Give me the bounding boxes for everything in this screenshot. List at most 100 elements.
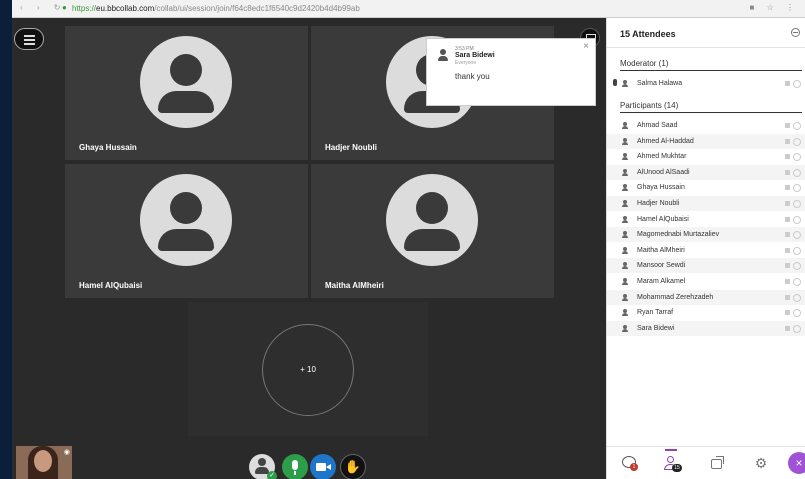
attendee-options-icon[interactable]	[793, 122, 801, 130]
self-video-preview[interactable]: ◉	[16, 446, 72, 479]
attendee-name: AlUnood AlSaadi	[637, 168, 690, 176]
attendee-options-icon[interactable]	[793, 168, 801, 177]
mic-status-icon[interactable]	[785, 123, 790, 128]
person-icon	[622, 278, 628, 285]
close-panel-icon[interactable]: ×	[788, 452, 805, 474]
tab-chat[interactable]: 1	[609, 447, 649, 479]
mic-status-icon[interactable]	[785, 201, 790, 206]
attendee-options-icon[interactable]	[793, 278, 801, 286]
my-status-button[interactable]: ✓	[249, 454, 277, 479]
attendee-options-icon[interactable]	[793, 246, 801, 255]
person-icon	[622, 293, 628, 301]
mic-status-icon[interactable]	[785, 232, 790, 238]
attendee-options-icon[interactable]	[793, 309, 801, 318]
chat-notification[interactable]: 3:53 PM Sara Bidewi Everyone thank you ×	[426, 38, 596, 106]
mic-status-icon[interactable]	[785, 325, 790, 331]
attendee-options-icon[interactable]	[793, 293, 801, 302]
collapse-icon[interactable]	[791, 28, 800, 37]
mic-status-icon[interactable]	[785, 216, 790, 222]
mic-status-icon[interactable]	[785, 185, 790, 191]
attendee-options-icon[interactable]	[793, 324, 801, 333]
browser-nav-icons[interactable]: ‹ › ↻	[20, 3, 66, 12]
person-icon	[622, 200, 628, 207]
mic-status-icon[interactable]	[785, 81, 790, 86]
attendee-name: Maram Alkamel	[637, 278, 686, 285]
attendee-row[interactable]: Ryan Tarraf	[607, 305, 805, 320]
more-participants-tile[interactable]: + 10	[188, 302, 428, 436]
attendee-name: Mohammad Zerehzadeh	[637, 293, 714, 301]
attendee-row[interactable]: Ghaya Hussain	[607, 180, 805, 195]
person-icon	[622, 122, 628, 129]
attendee-row[interactable]: Hadjer Noubli	[607, 196, 805, 211]
tile-name: Maitha AlMheiri	[325, 281, 384, 290]
tab-settings[interactable]: ⚙	[741, 447, 781, 479]
attendee-row[interactable]: Hamel AlQubaisi	[607, 212, 805, 227]
video-tile[interactable]: Hamel AlQubaisi	[65, 164, 308, 298]
attendee-name: Ahmed Al-Haddad	[637, 137, 694, 145]
mic-status-icon[interactable]	[785, 169, 790, 175]
mic-status-icon[interactable]	[785, 247, 790, 253]
gear-icon: ⚙	[754, 455, 768, 471]
mic-status-icon[interactable]	[785, 279, 790, 284]
attendee-row[interactable]: Salma Halawa	[607, 76, 805, 91]
attendee-row[interactable]: Maram Alkamel	[607, 274, 805, 289]
attendee-name: Magomednabi Murtazaliev	[637, 231, 720, 239]
mic-status-icon[interactable]	[785, 154, 790, 160]
attendee-row[interactable]: Ahmed Mukhtar	[607, 149, 805, 164]
attendee-row[interactable]: Mohammad Zerehzadeh	[607, 289, 805, 305]
attendee-options-icon[interactable]	[793, 215, 801, 224]
attendee-name: Ahmad Saad	[637, 122, 678, 129]
attendee-options-icon[interactable]	[793, 153, 801, 162]
person-icon	[622, 262, 628, 270]
attendees-badge: 15	[672, 464, 682, 472]
panel-tab-bar: 1 15 ⚙ ×	[607, 446, 805, 479]
attendee-row[interactable]: Maitha AlMheiri	[607, 243, 805, 258]
attendee-row[interactable]: Ahmed Al-Haddad	[607, 133, 805, 149]
camera-button[interactable]	[310, 454, 336, 479]
attendee-row[interactable]: Ahmad Saad	[607, 118, 805, 133]
attendee-options-icon[interactable]	[793, 137, 801, 146]
tab-attendees[interactable]: 15	[651, 447, 691, 479]
user-avatar-icon	[140, 36, 232, 128]
share-icon	[710, 456, 724, 470]
microphone-button[interactable]	[282, 454, 308, 479]
status-ok-icon: ✓	[267, 471, 277, 479]
mic-status-icon[interactable]	[785, 294, 790, 300]
video-tile[interactable]: Maitha AlMheiri	[311, 164, 554, 298]
attendee-row[interactable]: AlUnood AlSaadi	[607, 164, 805, 180]
person-icon	[622, 324, 628, 332]
video-tile[interactable]: Ghaya Hussain	[65, 26, 308, 160]
attendees-icon: 15	[664, 456, 682, 472]
user-avatar-icon	[386, 174, 478, 266]
attendee-options-icon[interactable]	[793, 200, 801, 208]
attendee-row[interactable]: Magomednabi Murtazaliev	[607, 227, 805, 243]
attendee-options-icon[interactable]	[793, 262, 801, 271]
person-icon	[622, 80, 628, 87]
notification-message: thank you	[455, 72, 490, 81]
attendee-name: Hamel AlQubaisi	[637, 215, 689, 223]
user-avatar-icon	[437, 49, 449, 61]
person-icon	[622, 231, 628, 239]
attendee-row[interactable]: Mansoor Sewdi	[607, 258, 805, 274]
attendee-options-icon[interactable]	[793, 231, 801, 240]
person-icon	[622, 246, 628, 254]
collaborate-window: ‹ › ↻ ● https://eu.bbcollab.com/collab/u…	[12, 0, 805, 479]
person-icon	[622, 184, 628, 192]
hamburger-icon[interactable]	[14, 28, 44, 50]
mic-status-icon[interactable]	[785, 263, 790, 269]
mic-status-icon[interactable]	[785, 138, 790, 144]
attendee-options-icon[interactable]	[793, 184, 801, 193]
eye-icon[interactable]: ◉	[64, 448, 70, 456]
attendee-options-icon[interactable]	[793, 80, 801, 88]
url-text[interactable]: https://eu.bbcollab.com/collab/ui/sessio…	[72, 4, 360, 13]
attendee-row[interactable]: Sara Bidewi	[607, 320, 805, 336]
tab-share-content[interactable]	[697, 447, 737, 479]
browser-address-bar[interactable]: ‹ › ↻ ● https://eu.bbcollab.com/collab/u…	[12, 0, 805, 18]
browser-extension-icons[interactable]: ■ ☆ ⋮	[750, 3, 799, 12]
attendee-name: Ryan Tarraf	[637, 309, 674, 317]
close-icon[interactable]: ×	[583, 41, 589, 52]
attendee-name: Ahmed Mukhtar	[637, 153, 687, 161]
mic-status-icon[interactable]	[785, 310, 790, 316]
panel-title: 15 Attendees	[620, 29, 676, 39]
raise-hand-icon[interactable]: ✋	[340, 454, 366, 479]
